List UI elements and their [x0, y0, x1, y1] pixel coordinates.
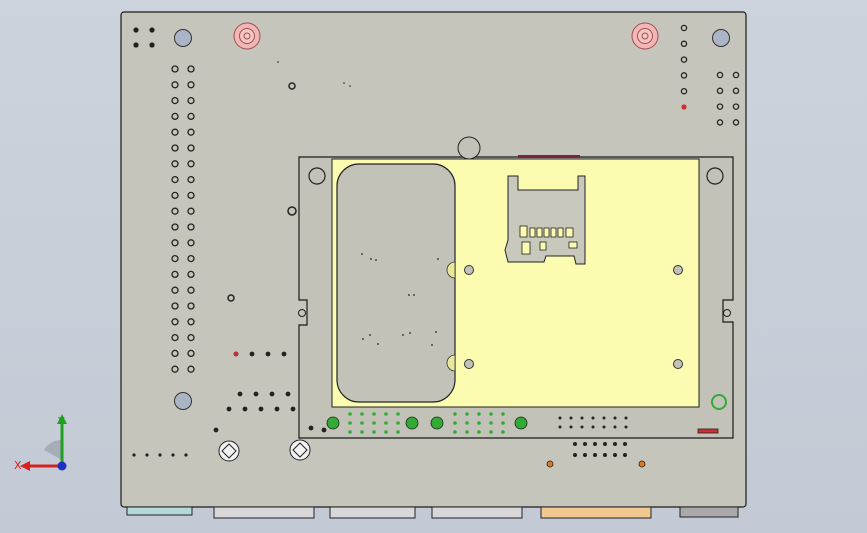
- via: [465, 412, 469, 416]
- via: [558, 416, 562, 420]
- via: [237, 391, 243, 397]
- via: [348, 412, 352, 416]
- cad-viewport[interactable]: [0, 0, 867, 533]
- via: [372, 412, 376, 416]
- via: [258, 406, 264, 412]
- via: [269, 391, 275, 397]
- via: [384, 412, 388, 416]
- via: [613, 453, 617, 457]
- bottom-connectors: [126, 506, 739, 519]
- via: [453, 412, 457, 416]
- via: [593, 442, 597, 446]
- via: [573, 442, 577, 446]
- via: [242, 406, 248, 412]
- via: [321, 427, 327, 433]
- via: [489, 421, 493, 425]
- via: [384, 421, 388, 425]
- via: [360, 430, 364, 434]
- via: [372, 430, 376, 434]
- via: [603, 453, 607, 457]
- via: [501, 421, 505, 425]
- via: [573, 453, 577, 457]
- via: [569, 416, 573, 420]
- axis-triad: Y X: [14, 414, 67, 472]
- via: [477, 421, 481, 425]
- via: [583, 453, 587, 457]
- via: [613, 416, 617, 420]
- via: [274, 406, 280, 412]
- via: [348, 421, 352, 425]
- via: [171, 453, 175, 457]
- mounting-hole-top-right: [712, 29, 730, 47]
- mounting-hole-bottom-left: [174, 392, 192, 410]
- via: [372, 421, 376, 425]
- via: [624, 425, 628, 429]
- via: [360, 421, 364, 425]
- standoff-left: [233, 22, 261, 50]
- z-axis-dot: [57, 461, 67, 471]
- via: [602, 416, 606, 420]
- x-axis-label: X: [14, 459, 22, 472]
- screw-left: [218, 440, 240, 462]
- via: [384, 430, 388, 434]
- via: [213, 427, 219, 433]
- via: [465, 421, 469, 425]
- via: [290, 406, 296, 412]
- via: [602, 425, 606, 429]
- via: [477, 430, 481, 434]
- via: [624, 416, 628, 420]
- standoff-right: [631, 22, 659, 50]
- via: [453, 421, 457, 425]
- screw-center: [289, 439, 311, 461]
- via: [396, 421, 400, 425]
- via: [489, 412, 493, 416]
- via: [132, 453, 136, 457]
- via: [249, 351, 255, 357]
- via: [281, 351, 287, 357]
- via: [265, 351, 271, 357]
- via: [396, 430, 400, 434]
- via: [569, 425, 573, 429]
- via: [396, 412, 400, 416]
- via: [501, 412, 505, 416]
- via: [184, 453, 188, 457]
- via: [623, 453, 627, 457]
- via: [580, 425, 584, 429]
- via: [158, 453, 162, 457]
- via: [558, 425, 562, 429]
- via: [583, 442, 587, 446]
- via: [308, 425, 314, 431]
- via: [613, 425, 617, 429]
- via: [253, 391, 259, 397]
- via: [613, 442, 617, 446]
- via: [477, 412, 481, 416]
- via: [226, 406, 232, 412]
- via: [580, 416, 584, 420]
- via: [453, 430, 457, 434]
- via: [465, 430, 469, 434]
- via: [360, 412, 364, 416]
- via: [489, 430, 493, 434]
- via: [145, 453, 149, 457]
- mounting-hole-top-left: [174, 29, 192, 47]
- via: [591, 425, 595, 429]
- via: [623, 442, 627, 446]
- via: [593, 453, 597, 457]
- y-axis-label: Y: [57, 415, 65, 428]
- via: [603, 442, 607, 446]
- via: [348, 430, 352, 434]
- via: [285, 391, 291, 397]
- via: [501, 430, 505, 434]
- via: [591, 416, 595, 420]
